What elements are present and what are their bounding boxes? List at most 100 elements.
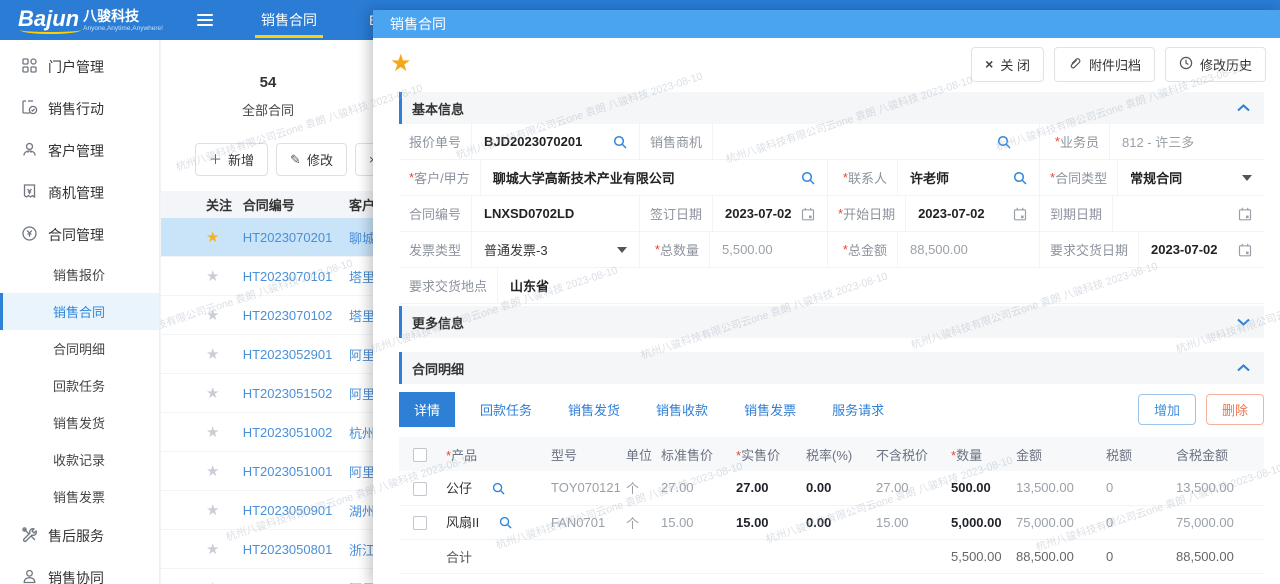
list-item[interactable]: ★ HT2023070102 塔里: [161, 296, 375, 335]
sidebar-item-sales-action[interactable]: 销售行动: [0, 88, 159, 130]
tab-sales-invoice[interactable]: 销售发票: [729, 392, 811, 427]
star-icon[interactable]: ★: [206, 463, 219, 480]
chevron-down-icon[interactable]: [1242, 175, 1252, 181]
list-item[interactable]: ★ HT2023070201 聊城: [161, 218, 375, 257]
sidebar-item-after-sales[interactable]: 售后服务: [0, 515, 159, 557]
star-icon[interactable]: ★: [206, 541, 219, 558]
delete-line-button[interactable]: 删除: [1206, 394, 1264, 425]
close-button[interactable]: ×关 闭: [971, 47, 1044, 82]
star-icon[interactable]: ★: [206, 268, 219, 285]
star-icon[interactable]: ★: [206, 229, 219, 246]
list-item[interactable]: ★ HT2023050801 浙江: [161, 530, 375, 569]
sidebar-item-collaboration[interactable]: 销售协同: [0, 557, 159, 584]
star-icon[interactable]: ★: [206, 307, 219, 324]
tab-payment-task[interactable]: 回款任务: [465, 392, 547, 427]
contract-no-link[interactable]: HT2023050901: [243, 503, 339, 518]
attachment-archive-button[interactable]: 附件归档: [1054, 47, 1155, 82]
list-item[interactable]: ★ HT2023052901 阿里: [161, 335, 375, 374]
chevron-up-icon[interactable]: [1237, 104, 1250, 112]
customer-link[interactable]: 塔里: [339, 306, 375, 325]
sidebar-item-contract-detail[interactable]: 合同明细: [0, 330, 159, 367]
tab-detail[interactable]: 详情: [399, 392, 455, 427]
customer-link[interactable]: 阿里: [339, 345, 375, 364]
sidebar-item-sales-delivery[interactable]: 销售发货: [0, 404, 159, 441]
add-line-button[interactable]: 增加: [1138, 394, 1196, 425]
salesman-field[interactable]: 812 - 许三多: [1110, 132, 1264, 151]
list-item[interactable]: ★ HT2023051001 阿里: [161, 452, 375, 491]
contract-no-link[interactable]: HT2023070102: [243, 308, 339, 323]
customer-link[interactable]: 阿里: [339, 579, 375, 584]
chevron-down-icon[interactable]: [617, 247, 627, 253]
customer-field[interactable]: 聊城大学高新技术产业有限公司: [481, 168, 827, 187]
star-icon[interactable]: ★: [206, 385, 219, 402]
calendar-icon[interactable]: [801, 207, 815, 221]
calendar-icon[interactable]: [1238, 243, 1252, 257]
select-all-checkbox[interactable]: [413, 448, 427, 462]
delivery-date-field[interactable]: 2023-07-02: [1139, 242, 1264, 257]
add-button[interactable]: ＋新增: [195, 143, 268, 176]
sidebar-item-receipt-record[interactable]: 收款记录: [0, 441, 159, 478]
customer-link[interactable]: 聊城: [339, 228, 375, 247]
contract-no-field[interactable]: LNXSD0702LD: [472, 206, 639, 221]
chevron-down-icon[interactable]: [1237, 318, 1250, 326]
chevron-up-icon[interactable]: [1237, 364, 1250, 372]
customer-link[interactable]: 阿里: [339, 384, 375, 403]
sidebar-item-sales-contract[interactable]: 销售合同: [0, 293, 159, 330]
sidebar-item-contract[interactable]: 合同管理: [0, 214, 159, 256]
contract-no-link[interactable]: HT2023051002: [243, 425, 339, 440]
quote-no-field[interactable]: BJD2023070201: [472, 134, 639, 149]
contact-field[interactable]: 许老师: [898, 168, 1039, 187]
contract-no-link[interactable]: HT2023050801: [243, 542, 339, 557]
row-checkbox[interactable]: [413, 516, 427, 530]
tab-sales-delivery[interactable]: 销售发货: [553, 392, 635, 427]
search-icon[interactable]: [1013, 171, 1027, 185]
customer-link[interactable]: 杭州: [339, 423, 375, 442]
contract-no-link[interactable]: HT2023050401: [243, 581, 339, 584]
list-item[interactable]: ★ HT2023050401 阿里: [161, 569, 375, 584]
star-icon[interactable]: ★: [206, 346, 219, 363]
list-item[interactable]: ★ HT2023070101 塔里: [161, 257, 375, 296]
search-icon[interactable]: [499, 517, 512, 532]
contract-no-link[interactable]: HT2023051502: [243, 386, 339, 401]
row-checkbox[interactable]: [413, 482, 427, 496]
favorite-star-icon[interactable]: ★: [390, 52, 412, 76]
calendar-icon[interactable]: [1238, 207, 1252, 221]
delivery-place-field[interactable]: 山东省: [498, 276, 1264, 295]
modification-history-button[interactable]: 修改历史: [1165, 47, 1266, 82]
customer-link[interactable]: 阿里: [339, 462, 375, 481]
tab-sales-receipt[interactable]: 销售收款: [641, 392, 723, 427]
customer-link[interactable]: 湖州: [339, 501, 375, 520]
contract-count-label[interactable]: 全部合同: [161, 100, 375, 119]
contract-no-link[interactable]: HT2023070101: [243, 269, 339, 284]
sidebar-item-portal[interactable]: 门户管理: [0, 46, 159, 88]
contract-no-link[interactable]: HT2023070201: [243, 230, 339, 245]
end-date-field[interactable]: [1113, 207, 1264, 221]
calendar-icon[interactable]: [1013, 207, 1027, 221]
start-date-field[interactable]: 2023-07-02: [906, 206, 1039, 221]
customer-link[interactable]: 浙江: [339, 540, 375, 559]
search-icon[interactable]: [997, 135, 1011, 149]
list-item[interactable]: ★ HT2023050901 湖州: [161, 491, 375, 530]
star-icon[interactable]: ★: [206, 580, 219, 584]
search-icon[interactable]: [492, 483, 505, 498]
contract-type-select[interactable]: 常规合同: [1118, 168, 1264, 187]
star-icon[interactable]: ★: [206, 424, 219, 441]
delete-button[interactable]: ×删除: [355, 143, 375, 176]
sidebar-item-sales-invoice[interactable]: 销售发票: [0, 478, 159, 515]
star-icon[interactable]: ★: [206, 502, 219, 519]
sign-date-field[interactable]: 2023-07-02: [713, 206, 827, 221]
tab-service-request[interactable]: 服务请求: [817, 392, 899, 427]
sidebar-item-customer[interactable]: 客户管理: [0, 130, 159, 172]
contract-no-link[interactable]: HT2023052901: [243, 347, 339, 362]
sidebar-item-payment-task[interactable]: 回款任务: [0, 367, 159, 404]
list-item[interactable]: ★ HT2023051502 阿里: [161, 374, 375, 413]
search-icon[interactable]: [801, 171, 815, 185]
opportunity-field[interactable]: [713, 135, 1039, 149]
contract-no-link[interactable]: HT2023051001: [243, 464, 339, 479]
sidebar-item-sales-quote[interactable]: 销售报价: [0, 256, 159, 293]
customer-link[interactable]: 塔里: [339, 267, 375, 286]
list-item[interactable]: ★ HT2023051002 杭州: [161, 413, 375, 452]
search-icon[interactable]: [613, 135, 627, 149]
edit-button[interactable]: ✎修改: [276, 143, 347, 176]
nav-tab-sales-contract[interactable]: 销售合同: [235, 0, 343, 40]
